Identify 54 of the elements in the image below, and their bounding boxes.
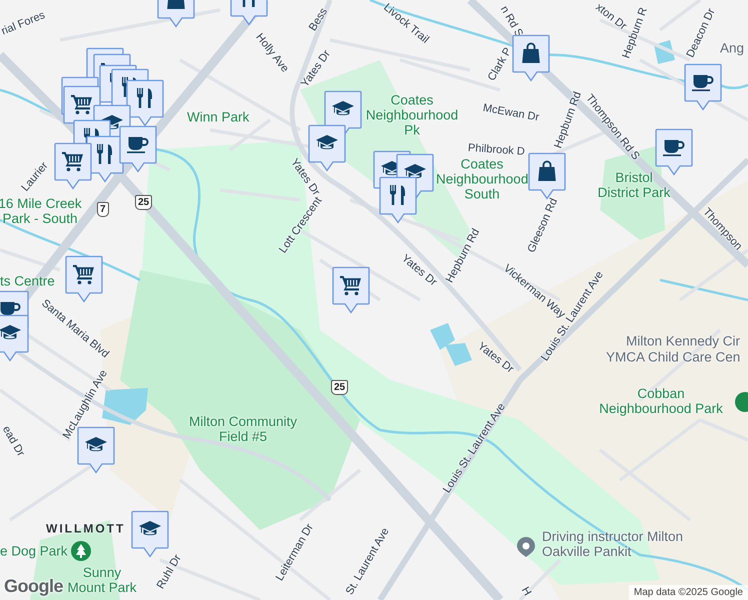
map-pin-cluster-drawing[interactable] [0, 290, 29, 362]
park-label: e Dog Park [0, 544, 68, 560]
pond [654, 40, 675, 64]
park-label: ts Centre [0, 274, 55, 290]
map-pin[interactable] [512, 34, 550, 82]
route-shield: 7 [97, 202, 109, 217]
map-pin[interactable] [131, 510, 169, 558]
park-label: Milton Community Field #5 [188, 415, 298, 445]
park-label: Sunny Mount Park [66, 566, 138, 596]
park-label: Coates Neighbourhood South [436, 158, 528, 202]
shopping-cart-icon [73, 265, 94, 284]
route-shield: 25 [135, 195, 152, 210]
street [678, 248, 748, 302]
place-label: Milton Kennedy Cir [626, 334, 740, 350]
shopping-bag-icon [538, 160, 556, 181]
coffee-cup-icon [692, 75, 714, 92]
street-label: rial Fores [0, 9, 47, 38]
street-label: McEwan Dr [482, 102, 540, 124]
shopping-cart-icon [340, 276, 361, 296]
pond [445, 343, 472, 366]
shopping-bag-icon [167, 0, 185, 9]
place-label: Ang [720, 42, 744, 56]
park-label: Coates Neighbourhood Pk [364, 94, 460, 138]
fork-knife-icon [241, 0, 256, 7]
pond [430, 323, 455, 350]
graduation-cap-icon [316, 135, 338, 150]
shopping-bag-icon [522, 42, 540, 63]
place-label: Driving instructor Milton Oakville Pankit [542, 530, 684, 560]
map-pin[interactable] [65, 255, 103, 303]
place-label: YMCA Child Care Cen [606, 350, 740, 366]
pond [102, 388, 148, 425]
street-label: Philbrook D [468, 142, 526, 158]
route-shield: 25 [331, 380, 348, 395]
tree-marker-icon [70, 540, 92, 562]
park-label: Bristol District Park [596, 171, 672, 201]
map-pin[interactable] [684, 63, 722, 111]
graduation-cap-icon [139, 521, 161, 536]
map-pin-cluster-drawing[interactable] [373, 150, 434, 224]
location-marker-icon [516, 536, 536, 558]
map-pin[interactable] [655, 128, 693, 176]
map-attribution: Map data ©2025 Google [628, 585, 748, 600]
neighbourhood-label: WILLMOTT [46, 522, 126, 536]
map-pin[interactable] [332, 266, 370, 314]
park-label: Cobban Neighbourhood Park [598, 387, 724, 417]
graduation-cap-icon [332, 101, 354, 116]
street [0, 248, 61, 272]
map-pin-cluster-drawing[interactable] [54, 47, 164, 190]
street [518, 558, 562, 600]
street-label: H [518, 584, 534, 598]
graduation-cap-icon [85, 437, 107, 452]
google-logo: Google [4, 576, 63, 597]
park-label: Winn Park [187, 110, 250, 126]
street-label: ead Dr [0, 424, 27, 459]
coffee-cup-icon [663, 140, 684, 156]
